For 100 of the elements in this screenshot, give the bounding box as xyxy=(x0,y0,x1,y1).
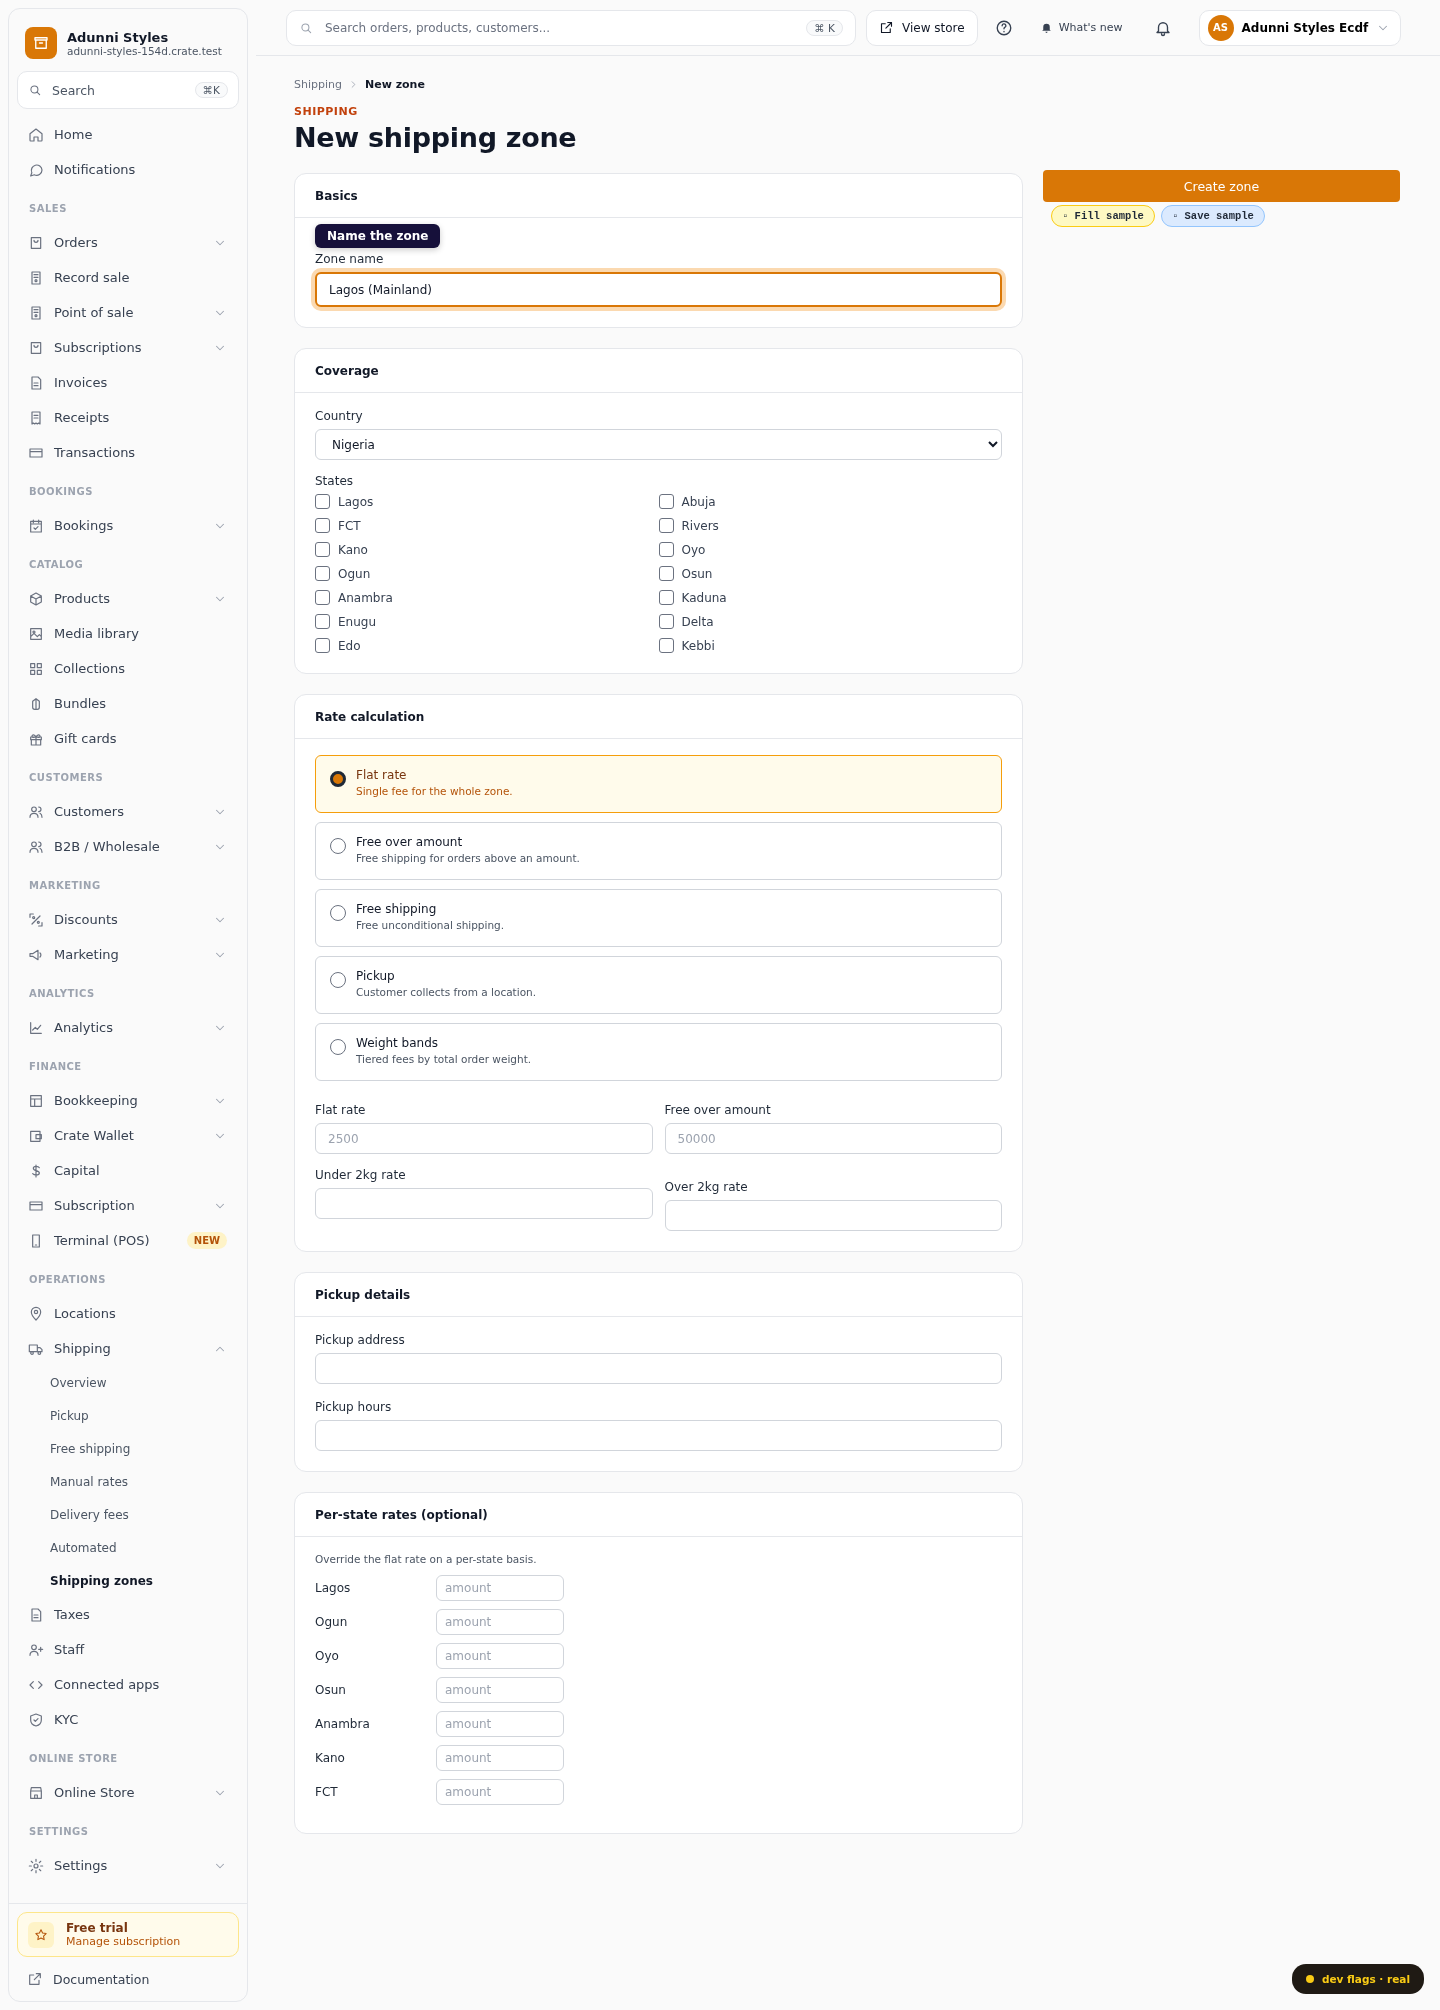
card-title: Coverage xyxy=(295,349,1022,393)
nav-item[interactable]: Notifications xyxy=(17,152,239,187)
checkbox[interactable] xyxy=(658,614,674,629)
dev-button[interactable]: ▫ Save sample xyxy=(1160,205,1265,227)
receipt-doc-icon xyxy=(28,269,44,286)
nav-item[interactable]: B2B / Wholesale xyxy=(17,829,239,864)
nav-subitem[interactable]: Shipping zones xyxy=(17,1564,239,1597)
nav-item[interactable]: Crate Wallet xyxy=(17,1118,239,1153)
dev-button[interactable]: ▫ Fill sample xyxy=(1051,205,1155,227)
zone-name-field[interactable]: Lagos (Mainland) xyxy=(315,272,1002,307)
nav-item[interactable]: KYC xyxy=(17,1702,239,1737)
nav-item[interactable]: Gift cards xyxy=(17,721,239,756)
card-title: Per-state rates (optional) xyxy=(295,1493,1022,1537)
nav-subitem[interactable]: Automated xyxy=(17,1531,239,1564)
breadcrumb-link[interactable]: Shipping xyxy=(294,78,342,91)
nav-item[interactable]: Online Store xyxy=(17,1775,239,1810)
dev-flags-badge[interactable]: dev flags · real xyxy=(1291,1964,1424,1994)
nav-item[interactable]: Media library xyxy=(17,616,239,651)
amount-field[interactable] xyxy=(315,1188,653,1219)
search-icon xyxy=(28,83,42,97)
nav-item[interactable]: Taxes xyxy=(17,1597,239,1632)
nav-item[interactable]: Subscriptions xyxy=(17,330,239,365)
checkbox[interactable] xyxy=(315,638,330,653)
nav-item[interactable]: Capital xyxy=(17,1153,239,1188)
nav-subitem[interactable]: Manual rates xyxy=(17,1465,239,1498)
nav-item[interactable]: Invoices xyxy=(17,365,239,400)
nav-item[interactable]: Point of sale xyxy=(17,295,239,330)
external-link-icon xyxy=(27,1971,43,1987)
amount-field[interactable]: amount xyxy=(436,1779,564,1805)
nav-item[interactable]: Staff xyxy=(17,1632,239,1667)
checkbox[interactable] xyxy=(658,590,674,605)
nav-item[interactable]: Connected apps xyxy=(17,1667,239,1702)
nav-item[interactable]: Bookkeeping xyxy=(17,1083,239,1118)
country-select[interactable]: Nigeria xyxy=(315,429,1002,460)
checkbox[interactable] xyxy=(315,566,330,581)
nav-item[interactable]: Collections xyxy=(17,651,239,686)
amount-field[interactable]: amount xyxy=(436,1575,564,1601)
whats-new-button[interactable]: What's new xyxy=(1029,21,1137,34)
nav-item[interactable]: Settings xyxy=(17,1848,239,1883)
nav-item[interactable]: Discounts xyxy=(17,902,239,937)
trial-title: Free trial xyxy=(66,1921,129,1935)
text-field[interactable] xyxy=(315,1420,1002,1451)
nav-subitem[interactable]: Delivery fees xyxy=(17,1498,239,1531)
amount-field[interactable]: amount xyxy=(436,1745,564,1771)
amount-field[interactable]: amount xyxy=(436,1609,564,1635)
section-heading: ANALYTICS xyxy=(28,987,96,1001)
manage-subscription-link[interactable]: Manage subscription xyxy=(66,1935,181,1948)
nav-item[interactable]: Bookings xyxy=(17,508,239,543)
search-input[interactable]: Search xyxy=(50,81,187,99)
nav-item[interactable]: Shipping xyxy=(17,1331,239,1366)
nav-item[interactable]: Marketing xyxy=(17,937,239,972)
rate-option[interactable]: Pickup Customer collects from a location. xyxy=(315,956,1002,1014)
card-title: Rate calculation xyxy=(295,695,1022,739)
checkbox-label: Abuja xyxy=(681,494,716,509)
avatar: AS xyxy=(1207,14,1234,41)
checkbox-label: Oyo xyxy=(681,542,706,557)
checkbox[interactable] xyxy=(658,518,674,533)
nav-item[interactable]: Locations xyxy=(17,1296,239,1331)
checkbox[interactable] xyxy=(315,590,330,605)
chat-icon xyxy=(28,161,44,178)
checkbox[interactable] xyxy=(658,542,674,557)
checkbox[interactable] xyxy=(315,542,330,557)
rate-option[interactable]: Free shipping Free unconditional shipping. xyxy=(315,889,1002,947)
rate-option[interactable]: Weight bands Tiered fees by total order weight. xyxy=(315,1023,1002,1081)
documentation-link[interactable]: Documentation xyxy=(17,1957,239,1993)
search-field[interactable]: Search ⌘K xyxy=(17,71,239,109)
amount-field[interactable]: 2500 xyxy=(315,1123,653,1154)
nav-item[interactable]: Products xyxy=(17,581,239,616)
checkbox[interactable] xyxy=(658,638,674,653)
checkbox[interactable] xyxy=(315,614,330,629)
view-store-button[interactable]: View store xyxy=(866,9,978,46)
checkbox[interactable] xyxy=(315,494,330,509)
rate-option[interactable]: Flat rate Single fee for the whole zone. xyxy=(315,755,1002,813)
account-menu[interactable]: AS Adunni Styles Ecdf xyxy=(1198,9,1402,46)
nav-item[interactable]: Terminal (POS) NEW xyxy=(17,1223,239,1258)
checkbox[interactable] xyxy=(658,494,674,509)
nav-item[interactable]: Analytics xyxy=(17,1010,239,1045)
amount-field[interactable] xyxy=(664,1200,1002,1231)
checkbox[interactable] xyxy=(315,518,330,533)
amount-field[interactable]: amount xyxy=(436,1677,564,1703)
text-field[interactable] xyxy=(315,1353,1002,1384)
nav-subitem[interactable]: Pickup xyxy=(17,1399,239,1432)
nav-item[interactable]: Customers xyxy=(17,794,239,829)
nav-item[interactable]: Subscription xyxy=(17,1188,239,1223)
nav-item[interactable]: Receipts xyxy=(17,400,239,435)
amount-field[interactable]: 50000 xyxy=(664,1123,1002,1154)
free-trial-card[interactable]: Free trial Manage subscription xyxy=(17,1912,239,1957)
amount-field[interactable]: amount xyxy=(436,1643,564,1669)
checkbox[interactable] xyxy=(658,566,674,581)
nav-subitem[interactable]: Free shipping xyxy=(17,1432,239,1465)
nav-item[interactable]: Home xyxy=(17,117,239,152)
bag-icon xyxy=(28,234,44,251)
nav-item[interactable]: Record sale xyxy=(17,260,239,295)
nav-item[interactable]: Orders xyxy=(17,225,239,260)
rate-option[interactable]: Free over amount Free shipping for orders above an amount. xyxy=(315,822,1002,880)
amount-field[interactable]: amount xyxy=(436,1711,564,1737)
nav-subitem[interactable]: Overview xyxy=(17,1366,239,1399)
search-field[interactable]: Search orders, products, customers... ⌘ K xyxy=(286,9,856,46)
nav-item[interactable]: Bundles xyxy=(17,686,239,721)
nav-item[interactable]: Transactions xyxy=(17,435,239,470)
